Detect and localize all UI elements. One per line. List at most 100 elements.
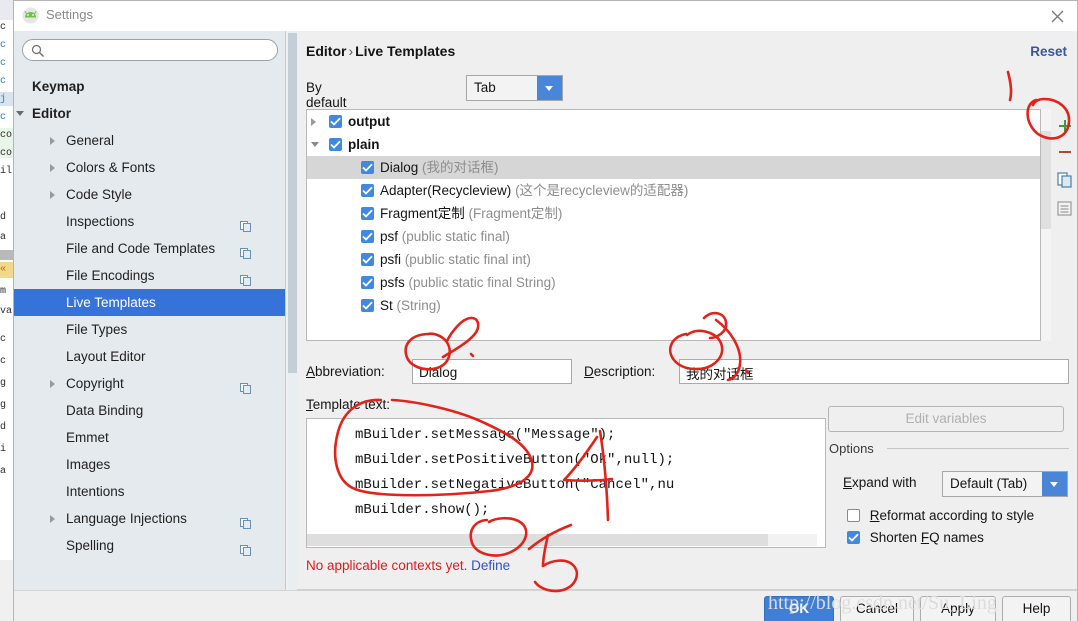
sidebar-item-label: Layout Editor <box>66 349 146 364</box>
sidebar-item-data-binding[interactable]: Data Binding <box>14 397 285 424</box>
chevron-down-icon[interactable] <box>16 111 24 116</box>
shorten-checkbox[interactable] <box>847 531 860 544</box>
reformat-checkbox[interactable] <box>847 509 860 522</box>
abbreviation-field[interactable] <box>412 359 572 384</box>
copy-settings-icon[interactable] <box>240 539 252 566</box>
sidebar-item-copyright[interactable]: Copyright <box>14 370 285 397</box>
template-list[interactable]: output plain Dialog (我的对话框) Adapter(Recycle… <box>306 109 1041 341</box>
template-description-text: (public static final String) <box>408 275 556 290</box>
sidebar-item-live-templates[interactable]: Live Templates <box>14 289 285 316</box>
live-templates-panel: Editor›Live Templates Reset By default e… <box>297 31 1077 590</box>
copy-icon[interactable] <box>1053 165 1077 195</box>
template-name-text: Adapter(Recycleview) <box>380 183 512 198</box>
settings-dialog: Settings Keymap Editor General Colors & … <box>13 0 1078 621</box>
sidebar-item-keymap[interactable]: Keymap <box>14 73 285 100</box>
chevron-down-icon-2[interactable] <box>1042 472 1067 496</box>
template-name: psf (public static final) <box>380 225 510 248</box>
chevron-right-icon[interactable] <box>50 137 55 145</box>
template-name: plain <box>348 133 380 156</box>
template-enabled-checkbox[interactable] <box>361 161 374 174</box>
sidebar-item-intentions[interactable]: Intentions <box>14 478 285 505</box>
template-enabled-checkbox[interactable] <box>329 115 342 128</box>
sidebar-item-colors-fonts[interactable]: Colors & Fonts <box>14 154 285 181</box>
sidebar-item-label: Inspections <box>66 214 135 229</box>
template-row[interactable]: Dialog (我的对话框) <box>307 156 1040 179</box>
template-enabled-checkbox[interactable] <box>361 253 374 266</box>
template-name: Adapter(Recycleview) (这个是recycleview的适配器… <box>380 179 688 202</box>
abbreviation-input[interactable] <box>417 362 571 383</box>
template-enabled-checkbox[interactable] <box>361 276 374 289</box>
description-input[interactable] <box>684 362 1068 383</box>
list-options-icon[interactable] <box>1053 195 1077 221</box>
sidebar-item-label: Copyright <box>66 376 124 391</box>
sidebar-item-file-encodings[interactable]: File Encodings <box>14 262 285 289</box>
default-expand-value: Tab <box>474 80 496 95</box>
edit-variables-button[interactable]: Edit variables <box>828 406 1064 432</box>
template-name-text: Dialog <box>380 160 419 175</box>
close-icon[interactable] <box>1043 4 1071 28</box>
search-icon <box>31 44 45 61</box>
template-row[interactable]: psfs (public static final String) <box>307 271 1040 294</box>
sidebar-item-code-style[interactable]: Code Style <box>14 181 285 208</box>
template-text-label: Template text: <box>306 397 391 412</box>
search-input[interactable] <box>49 42 273 60</box>
template-list-scrollbar-thumb[interactable] <box>1041 131 1051 229</box>
shorten-option-row[interactable]: Shorten FQ names <box>847 529 984 545</box>
reformat-option-row[interactable]: Reformat according to style <box>847 507 1034 523</box>
context-warning-line: No applicable contexts yet. Define <box>306 558 510 573</box>
chevron-right-icon[interactable] <box>50 191 55 199</box>
breadcrumb-parent: Editor <box>306 43 347 59</box>
template-name-text: plain <box>348 137 380 152</box>
template-enabled-checkbox[interactable] <box>329 138 342 151</box>
template-enabled-checkbox[interactable] <box>361 207 374 220</box>
template-enabled-checkbox[interactable] <box>361 184 374 197</box>
remove-icon[interactable] <box>1053 139 1077 165</box>
help-button[interactable]: Help <box>1002 596 1071 621</box>
template-row[interactable]: Fragment定制 (Fragment定制) <box>307 202 1040 225</box>
template-row[interactable]: plain <box>307 133 1040 156</box>
template-enabled-checkbox[interactable] <box>361 299 374 312</box>
search-box[interactable] <box>22 39 278 61</box>
expand-with-combobox[interactable]: Default (Tab) <box>942 471 1068 497</box>
template-row[interactable]: Adapter(Recycleview) (这个是recycleview的适配器… <box>307 179 1040 202</box>
sidebar-item-spelling[interactable]: Spelling <box>14 532 285 559</box>
sidebar-item-file-types[interactable]: File Types <box>14 316 285 343</box>
template-name: Fragment定制 (Fragment定制) <box>380 202 562 225</box>
chevron-right-icon[interactable] <box>50 515 55 523</box>
template-name: Dialog (我的对话框) <box>380 156 499 179</box>
sidebar-item-general[interactable]: General <box>14 127 285 154</box>
default-expand-combobox[interactable]: Tab <box>466 75 563 101</box>
sidebar-item-editor[interactable]: Editor <box>14 100 285 127</box>
template-row[interactable]: psfi (public static final int) <box>307 248 1040 271</box>
sidebar-item-inspections[interactable]: Inspections <box>14 208 285 235</box>
template-text-hscrollbar-thumb[interactable] <box>307 534 768 546</box>
template-enabled-checkbox[interactable] <box>361 230 374 243</box>
template-text-editor[interactable]: mBuilder.setMessage("Message"); mBuilder… <box>306 418 826 548</box>
chevron-right-icon[interactable] <box>50 380 55 388</box>
sidebar-item-language-injections[interactable]: Language Injections <box>14 505 285 532</box>
sidebar-item-label: General <box>66 133 115 148</box>
template-description-text: (String) <box>396 298 441 313</box>
add-icon[interactable] <box>1053 109 1077 139</box>
sidebar-tree: Keymap Editor General Colors & Fonts Code St… <box>14 73 285 588</box>
chevron-right-icon[interactable] <box>311 118 316 126</box>
dialog-titlebar: Settings <box>14 1 1077 31</box>
template-name-text: St <box>380 298 393 313</box>
template-row[interactable]: psf (public static final) <box>307 225 1040 248</box>
sidebar-item-images[interactable]: Images <box>14 451 285 478</box>
template-description-text: (public static final) <box>401 229 510 244</box>
sidebar-item-layout-editor[interactable]: Layout Editor <box>14 343 285 370</box>
reset-link[interactable]: Reset <box>1030 44 1067 59</box>
context-warning-text: No applicable contexts yet. <box>306 558 468 573</box>
sidebar-item-file-and-code-templates[interactable]: File and Code Templates <box>14 235 285 262</box>
chevron-right-icon[interactable] <box>50 164 55 172</box>
define-context-link[interactable]: Define <box>471 558 510 573</box>
chevron-down-icon[interactable] <box>537 76 562 100</box>
sidebar-item-label: Editor <box>32 106 71 121</box>
template-row[interactable]: output <box>307 110 1040 133</box>
chevron-down-icon[interactable] <box>311 142 319 147</box>
description-field[interactable] <box>679 359 1069 384</box>
template-row[interactable]: St (String) <box>307 294 1040 317</box>
sidebar-scrollbar-thumb[interactable] <box>288 33 297 373</box>
sidebar-item-emmet[interactable]: Emmet <box>14 424 285 451</box>
